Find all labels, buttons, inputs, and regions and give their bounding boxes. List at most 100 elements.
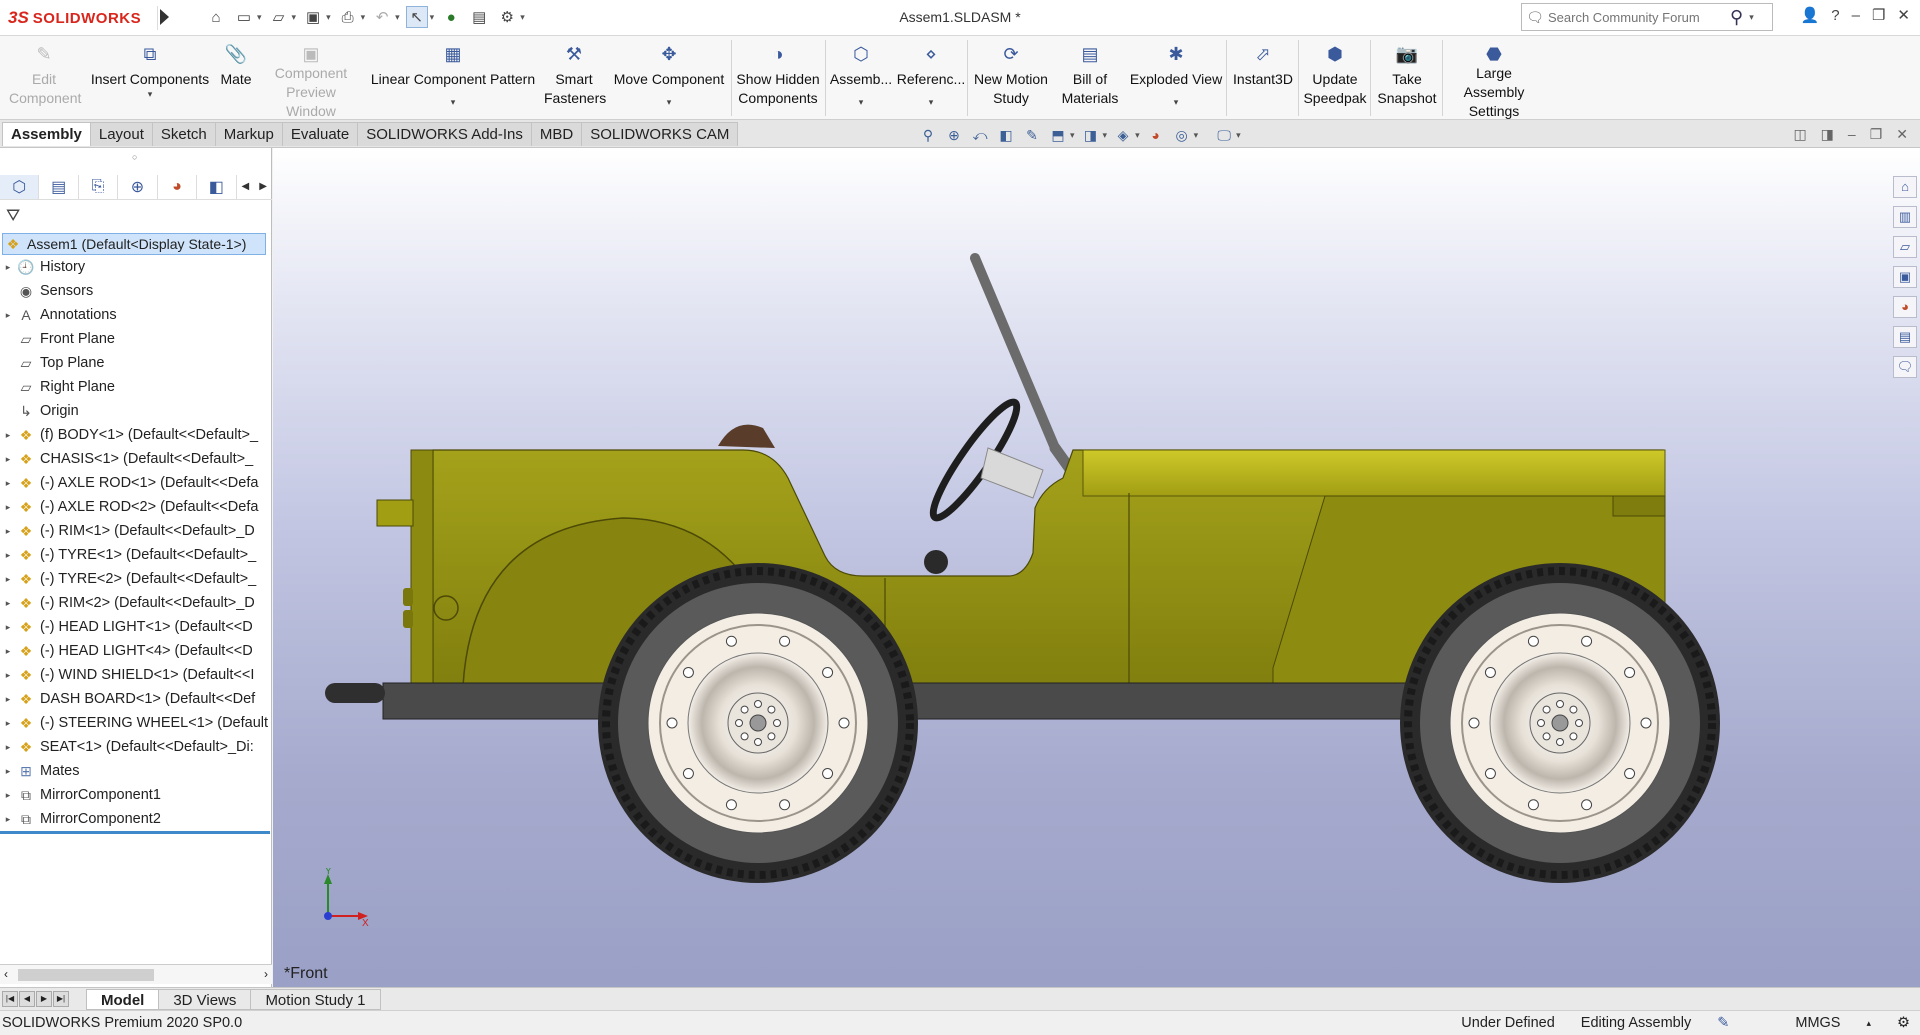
tree-expander-icon[interactable]: ▸ xyxy=(0,574,16,585)
tree-expander-icon[interactable]: ▸ xyxy=(0,478,16,489)
move-component-caret-icon[interactable]: ▾ xyxy=(667,97,672,107)
search-box[interactable]: 🗨 ⚲ ▾ xyxy=(1521,3,1773,31)
tab-mbd[interactable]: MBD xyxy=(530,122,583,146)
viewport-restore-icon[interactable]: ❐ xyxy=(1870,126,1883,143)
viewport-close-icon[interactable]: ✕ xyxy=(1896,126,1908,143)
tree-item[interactable]: ▸ ❖ (-) HEAD LIGHT<4> (Default<<D xyxy=(0,639,270,663)
tree-item[interactable]: ▸ ⧉ MirrorComponent1 xyxy=(0,783,270,807)
tree-item[interactable]: ▱ Top Plane xyxy=(0,351,270,375)
filter-icon[interactable]: ⛛ xyxy=(6,206,20,226)
open-folder-icon[interactable]: ▱ xyxy=(268,6,290,28)
viewport-split-icon[interactable]: ◨ xyxy=(1821,126,1834,143)
new-document-icon[interactable]: ▭ xyxy=(233,6,255,28)
tree-item[interactable]: ▸ ❖ CHASIS<1> (Default<<Default>_ xyxy=(0,447,270,471)
smart-fasteners-button[interactable]: ⚒ Smart Fasteners xyxy=(540,36,608,120)
assembly-features-button[interactable]: ⬡ Assemb... ▾ xyxy=(828,36,894,120)
options-gear-icon[interactable]: ⚙ xyxy=(496,6,518,28)
tree-expander-icon[interactable]: ▸ xyxy=(0,430,16,441)
tree-expander-icon[interactable]: ▸ xyxy=(0,670,16,681)
close-icon[interactable]: ✕ xyxy=(1897,6,1910,24)
scrollbar-thumb[interactable] xyxy=(18,969,154,981)
view-settings-icon[interactable]: 🖵 xyxy=(1214,125,1234,145)
tree-expander-icon[interactable]: ▸ xyxy=(0,742,16,753)
design-library-icon[interactable]: ▥ xyxy=(1893,206,1917,228)
zoom-to-fit-icon[interactable]: ⚲ xyxy=(918,125,938,145)
tab-solidworks-cam[interactable]: SOLIDWORKS CAM xyxy=(581,122,739,146)
open-dropdown-caret-icon[interactable]: ▾ xyxy=(292,12,297,23)
tail-lamp[interactable] xyxy=(376,499,414,527)
reference-geometry-caret-icon[interactable]: ▾ xyxy=(929,97,934,107)
scroll-right-icon[interactable]: › xyxy=(264,967,268,981)
print-icon[interactable]: ⎙ xyxy=(337,6,359,28)
tree-expander-icon[interactable]: ▸ xyxy=(0,766,16,777)
tree-item[interactable]: ▸ ❖ (-) AXLE ROD<2> (Default<<Defa xyxy=(0,495,270,519)
section-view-icon[interactable]: ◧ xyxy=(996,125,1016,145)
status-options-icon[interactable]: ⚙ xyxy=(1897,1011,1910,1035)
display-style-caret-icon[interactable]: ▾ xyxy=(1103,130,1108,141)
tab-layout[interactable]: Layout xyxy=(89,122,153,146)
linear-component-pattern-button[interactable]: ▦ Linear Component Pattern ▾ xyxy=(370,36,536,120)
apply-scene-caret-icon[interactable]: ▾ xyxy=(1194,130,1199,141)
tree-item[interactable]: ▸ ⧉ MirrorComponent2 xyxy=(0,807,270,831)
linear-pattern-caret-icon[interactable]: ▾ xyxy=(451,97,456,107)
tree-item[interactable]: ▱ Front Plane xyxy=(0,327,270,351)
help-icon[interactable]: ? xyxy=(1831,7,1839,24)
save-icon[interactable]: ▣ xyxy=(302,6,324,28)
tree-item[interactable]: ↳ Origin xyxy=(0,399,270,423)
solidworks-resources-icon[interactable]: ⌂ xyxy=(1893,176,1917,198)
tree-item[interactable]: ▸ ❖ (-) RIM<1> (Default<<Default>_D xyxy=(0,519,270,543)
tab-3d-views[interactable]: 3D Views xyxy=(158,988,252,1010)
tree-expander-icon[interactable]: ▸ xyxy=(0,550,16,561)
rebuild-status-icon[interactable]: ✎ xyxy=(1717,1011,1729,1035)
tree-expander-icon[interactable]: ▸ xyxy=(0,694,16,705)
user-account-icon[interactable]: 👤 xyxy=(1801,6,1820,24)
previous-view-icon[interactable]: ⤺ xyxy=(970,125,990,145)
graphics-area[interactable]: Y X *Front ⌂ ▥ ▱ ▣ ◕ ▤ 🗨 xyxy=(273,148,1920,987)
tree-expander-icon[interactable]: ▸ xyxy=(0,718,16,729)
assembly-features-caret-icon[interactable]: ▾ xyxy=(859,97,864,107)
feature-manager-tab-icon[interactable]: ⬡ xyxy=(0,174,40,199)
new-motion-study-button[interactable]: ⟳ New Motion Study xyxy=(970,36,1052,120)
view-settings-caret-icon[interactable]: ▾ xyxy=(1236,130,1241,141)
tree-item[interactable]: ▸ ❖ (f) BODY<1> (Default<<Default>_ xyxy=(0,423,270,447)
next-tab-icon[interactable]: ▶ xyxy=(36,991,52,1007)
custom-properties-icon[interactable]: ▤ xyxy=(1893,326,1917,348)
tabs-scroll-right-icon[interactable]: ▶ xyxy=(254,181,272,192)
viewport-minimize-icon[interactable]: – xyxy=(1848,126,1856,143)
dimxpert-manager-tab-icon[interactable]: ⊕ xyxy=(118,174,158,199)
view-palette-icon[interactable]: ▣ xyxy=(1893,266,1917,288)
tree-item[interactable]: ◉ Sensors xyxy=(0,279,270,303)
move-component-button[interactable]: ✥ Move Component ▾ xyxy=(610,36,728,120)
edit-component-button[interactable]: ✎ Edit Component xyxy=(0,36,88,120)
rear-tow-hook[interactable] xyxy=(325,683,385,703)
tab-evaluate[interactable]: Evaluate xyxy=(281,122,359,146)
print-dropdown-caret-icon[interactable]: ▾ xyxy=(361,12,366,23)
zoom-to-area-icon[interactable]: ⊕ xyxy=(944,125,964,145)
tree-expander-icon[interactable]: ▸ xyxy=(0,262,16,273)
search-icon[interactable]: ⚲ xyxy=(1730,7,1743,28)
insert-components-button[interactable]: ⧉ Insert Components ▾ xyxy=(88,36,212,120)
file-explorer-icon[interactable]: ▱ xyxy=(1893,236,1917,258)
gear-knob[interactable] xyxy=(924,550,948,574)
tree-expander-icon[interactable]: ▸ xyxy=(0,790,16,801)
component-preview-window-button[interactable]: ▣ Component Preview Window xyxy=(262,36,360,120)
rear-panel[interactable] xyxy=(410,449,434,687)
horizontal-scrollbar[interactable]: ‹ › xyxy=(0,964,272,984)
menu-expand-arrow-icon[interactable] xyxy=(160,9,169,25)
dynamic-annotation-icon[interactable]: ✎ xyxy=(1022,125,1042,145)
hood[interactable] xyxy=(1082,449,1666,497)
tree-item[interactable]: ▸ A Annotations xyxy=(0,303,270,327)
configuration-manager-tab-icon[interactable]: ⎘ xyxy=(79,174,119,199)
minimize-icon[interactable]: – xyxy=(1852,7,1860,24)
tree-expander-icon[interactable]: ▸ xyxy=(0,526,16,537)
edit-appearance-icon[interactable]: ◕ xyxy=(1146,125,1166,145)
tree-item[interactable]: ▸ ⊞ Mates xyxy=(0,759,270,783)
cam-manager-tab-icon[interactable]: ◧ xyxy=(197,174,237,199)
bill-of-materials-button[interactable]: ▤ Bill of Materials xyxy=(1056,36,1124,120)
tree-item[interactable]: ▸ ❖ (-) RIM<2> (Default<<Default>_D xyxy=(0,591,270,615)
tree-item[interactable]: ▱ Right Plane xyxy=(0,375,270,399)
forum-icon[interactable]: 🗨 xyxy=(1893,356,1917,378)
tab-assembly[interactable]: Assembly xyxy=(2,122,91,146)
display-manager-tab-icon[interactable]: ◕ xyxy=(158,174,198,199)
insert-components-caret-icon[interactable]: ▾ xyxy=(148,89,153,99)
